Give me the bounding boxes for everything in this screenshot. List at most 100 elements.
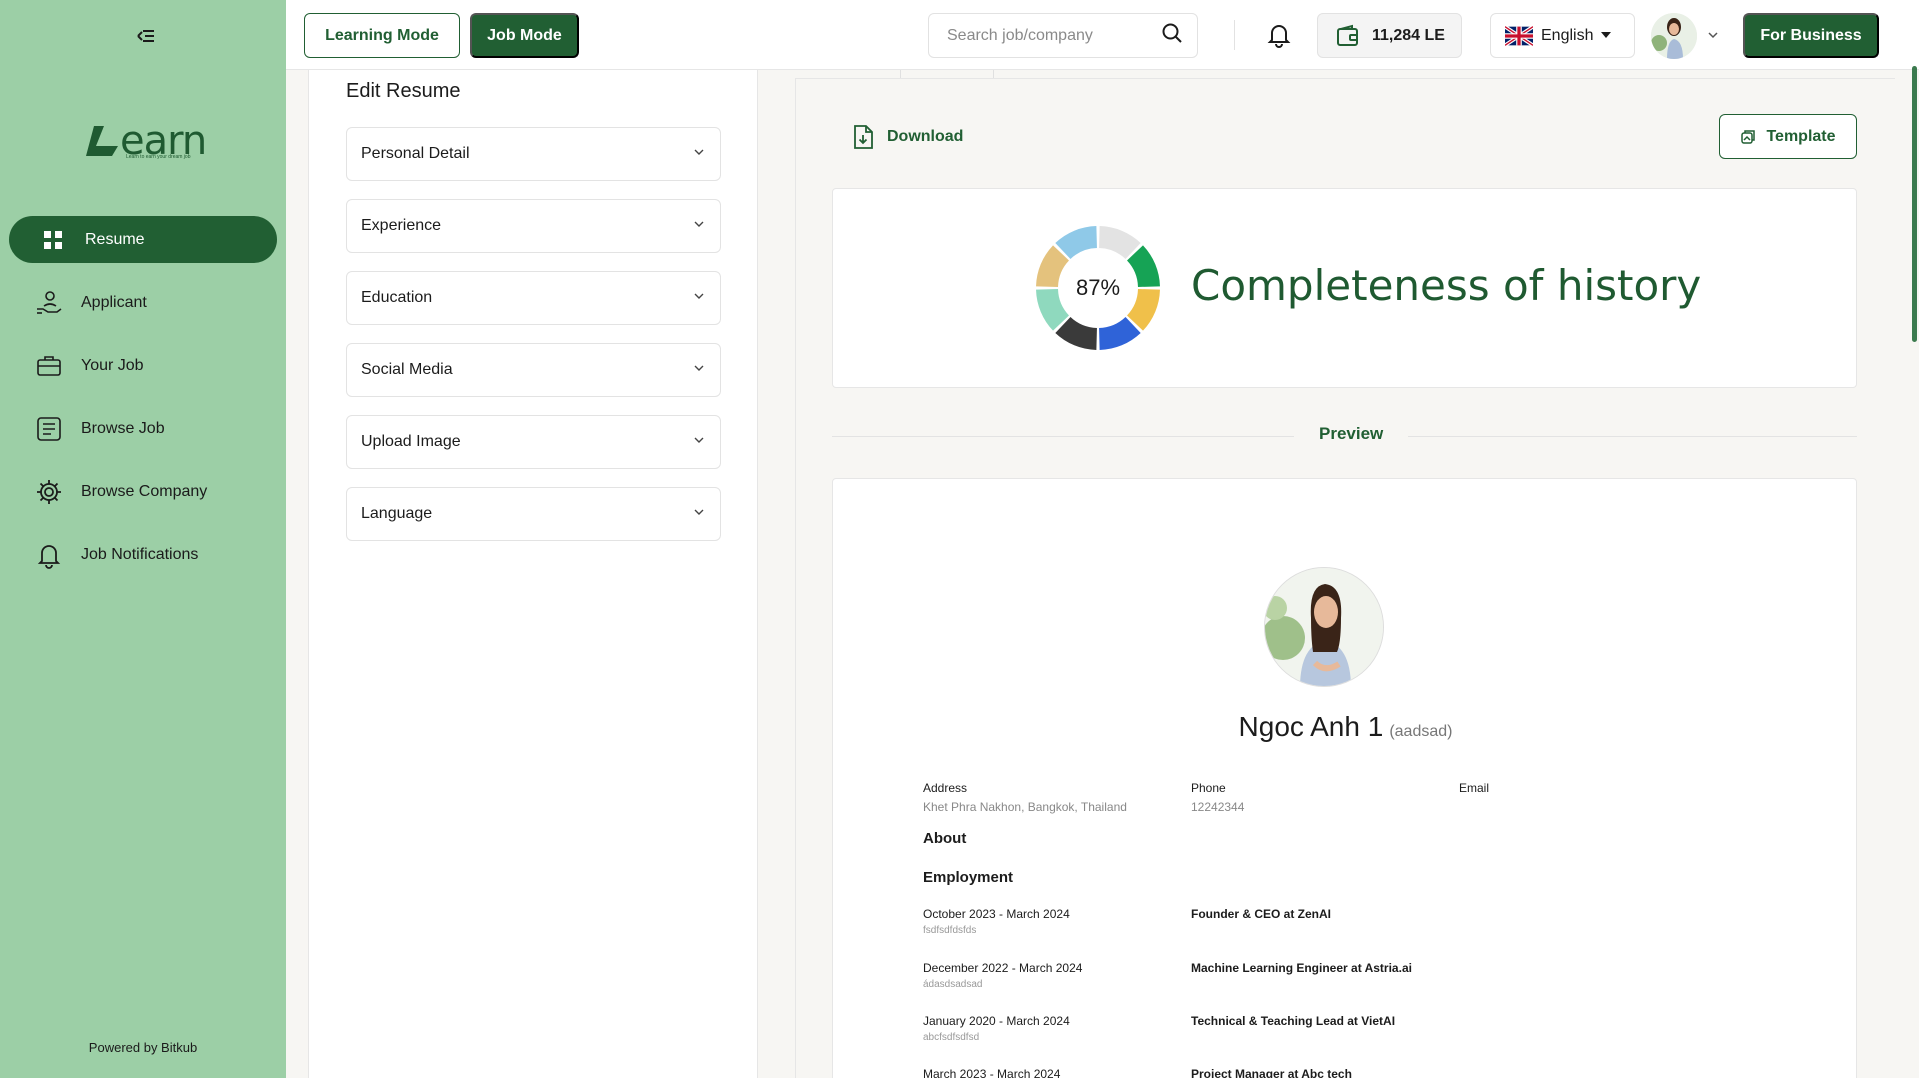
employment-dates: January 2020 - March 2024: [923, 1014, 1070, 1028]
email-label: Email: [1459, 781, 1490, 795]
resume-preview-area: Download Template 87% Completeness of hi…: [795, 70, 1919, 1078]
powered-by: Powered by Bitkub: [88, 1040, 198, 1055]
accordion-label: Education: [361, 289, 433, 306]
wallet-icon: [1336, 24, 1360, 48]
divider: [900, 70, 901, 78]
logo-tagline: Learn to earn your dream job: [126, 154, 191, 160]
accordion-label: Upload Image: [361, 433, 461, 450]
employment-desc: abcfsdfsdfsd: [923, 1032, 980, 1043]
app-logo[interactable]: earn Learn to earn your dream job: [82, 118, 207, 168]
accordion-education[interactable]: Education: [346, 271, 721, 325]
download-label: Download: [887, 128, 964, 145]
resume-alias: (aadsad): [1389, 723, 1453, 740]
job-mode-button[interactable]: Job Mode: [470, 13, 579, 58]
user-avatar[interactable]: [1651, 13, 1697, 59]
edit-resume-title: Edit Resume: [346, 80, 461, 102]
search-icon[interactable]: [1161, 22, 1183, 49]
employment-desc: fsdfsdfdsfds: [923, 925, 977, 936]
collapse-sidebar-icon[interactable]: [128, 24, 158, 48]
uk-flag-icon: [1505, 25, 1533, 46]
completeness-title: Completeness of history: [1191, 261, 1702, 310]
address-value: Khet Phra Nakhon, Bangkok, Thailand: [923, 800, 1127, 814]
divider: [993, 70, 994, 78]
divider: [1234, 20, 1235, 50]
sidebar-item-applicant[interactable]: Applicant: [9, 279, 277, 326]
resume-name: Ngoc Anh 1: [1238, 711, 1384, 742]
phone-value: 12242344: [1191, 800, 1245, 814]
sidebar-item-job-notifications[interactable]: Job Notifications: [9, 531, 277, 578]
chevron-down-icon: [692, 145, 706, 164]
employment-title: Technical & Teaching Lead at VietAI: [1191, 1014, 1396, 1028]
completeness-card: 87% Completeness of history: [832, 188, 1857, 388]
sidebar-item-label: Job Notifications: [81, 545, 199, 563]
sidebar-nav: Resume Applicant Your Job Browse Job Bro…: [9, 216, 277, 594]
balance-value: 11,284 LE: [1372, 26, 1445, 44]
employment-dates: December 2022 - March 2024: [923, 961, 1083, 975]
preview-panel: Download Template 87% Completeness of hi…: [795, 78, 1895, 1078]
accordion-language[interactable]: Language: [346, 487, 721, 541]
about-heading: About: [923, 830, 967, 847]
notification-bell-icon[interactable]: [1266, 22, 1292, 48]
scrollbar[interactable]: [1912, 66, 1917, 342]
edit-resume-panel: Edit Resume Personal Detail Experience E…: [308, 70, 758, 1078]
sidebar-item-browse-company[interactable]: Browse Company: [9, 468, 277, 515]
template-button[interactable]: Template: [1719, 114, 1857, 159]
sidebar-item-browse-job[interactable]: Browse Job: [9, 405, 277, 452]
chevron-down-icon: [692, 289, 706, 308]
completeness-donut-chart: 87%: [1036, 226, 1160, 350]
accordion-label: Social Media: [361, 361, 453, 378]
resume-name-line: Ngoc Anh 1 (aadsad): [833, 711, 1856, 743]
template-icon: [1740, 129, 1756, 145]
accordion-label: Experience: [361, 217, 442, 234]
language-label: English: [1541, 26, 1594, 44]
chevron-down-icon: [692, 433, 706, 452]
chevron-down-icon: [692, 217, 706, 236]
caret-down-icon: [1601, 31, 1612, 40]
bell-icon: [35, 541, 63, 569]
completeness-percent: 87%: [1076, 275, 1120, 300]
sidebar-item-label: Browse Company: [81, 482, 208, 500]
accordion-label: Language: [361, 505, 433, 522]
language-select[interactable]: English: [1490, 13, 1635, 58]
preview-label: Preview: [1294, 424, 1409, 444]
employment-dates: March 2023 - March 2024: [923, 1067, 1061, 1078]
employment-title: Founder & CEO at ZenAI: [1191, 907, 1332, 921]
grid-icon: [39, 226, 67, 254]
employment-title: Project Manager at Abc tech: [1191, 1067, 1352, 1078]
sidebar: earn Learn to earn your dream job Resume…: [0, 0, 286, 1078]
employment-dates: October 2023 - March 2024: [923, 907, 1070, 921]
sidebar-item-label: Browse Job: [81, 419, 165, 437]
chevron-down-icon: [692, 361, 706, 380]
gear-building-icon: [35, 478, 63, 506]
employment-title: Machine Learning Engineer at Astria.ai: [1191, 961, 1412, 975]
search-box: [928, 13, 1198, 58]
resume-preview: Ngoc Anh 1 (aadsad) Address Khet Phra Nak…: [832, 478, 1857, 1078]
accordion-upload-image[interactable]: Upload Image: [346, 415, 721, 469]
resume-photo: [1264, 567, 1384, 687]
sidebar-item-label: Resume: [85, 230, 145, 248]
chevron-down-icon[interactable]: [1706, 28, 1720, 42]
document-list-icon: [35, 415, 63, 443]
phone-label: Phone: [1191, 781, 1226, 795]
logo-mark-icon: [86, 126, 118, 156]
employment-heading: Employment: [923, 869, 1014, 886]
hand-user-icon: [35, 289, 63, 317]
accordion-label: Personal Detail: [361, 145, 470, 162]
wallet-balance[interactable]: 11,284 LE: [1317, 13, 1462, 58]
sidebar-item-resume[interactable]: Resume: [9, 216, 277, 263]
employment-desc: ádasdsadsad: [923, 979, 983, 990]
for-business-button[interactable]: For Business: [1743, 13, 1879, 58]
accordion-social-media[interactable]: Social Media: [346, 343, 721, 397]
search-input[interactable]: [947, 26, 1161, 45]
chevron-down-icon: [692, 505, 706, 524]
learning-mode-button[interactable]: Learning Mode: [304, 13, 460, 58]
accordion-personal-detail[interactable]: Personal Detail: [346, 127, 721, 181]
top-bar: Learning Mode Job Mode 11,284 LE English: [286, 0, 1919, 70]
accordion-experience[interactable]: Experience: [346, 199, 721, 253]
sidebar-item-your-job[interactable]: Your Job: [9, 342, 277, 389]
address-label: Address: [923, 781, 968, 795]
sidebar-item-label: Applicant: [81, 293, 147, 311]
template-label: Template: [1766, 127, 1836, 145]
file-download-icon: [851, 124, 875, 150]
download-button[interactable]: Download: [851, 124, 963, 150]
